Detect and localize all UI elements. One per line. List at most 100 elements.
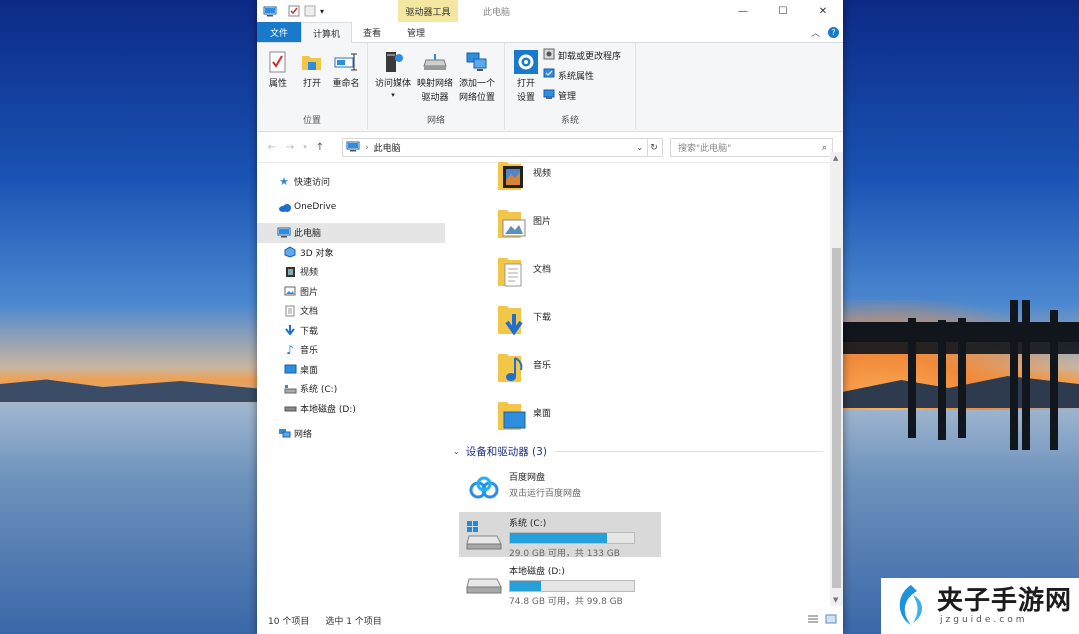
back-arrow-icon[interactable]: ←: [263, 142, 281, 153]
system-properties-icon: [543, 68, 555, 83]
group-label-location: 位置: [302, 116, 321, 126]
music-note-icon: ♪: [286, 342, 294, 357]
nav-this-pc[interactable]: 此电脑: [257, 223, 445, 243]
nav-network[interactable]: 网络: [257, 424, 445, 444]
network-icon: [277, 428, 291, 440]
up-arrow-icon[interactable]: ↑: [311, 142, 329, 153]
uninstall-icon: [543, 48, 555, 63]
drive-name: 百度网盘: [509, 473, 546, 483]
film-icon: [283, 266, 297, 278]
nav-onedrive[interactable]: OneDrive: [257, 198, 445, 218]
windows-drive-icon: [283, 383, 297, 395]
nav-music[interactable]: ♪ 音乐: [257, 340, 445, 360]
dropdown-arrow-icon: ▾: [391, 91, 395, 99]
document-icon: [283, 305, 297, 317]
folder-desktop[interactable]: 桌面: [497, 398, 551, 435]
baidu-netdisk-icon: [459, 466, 509, 511]
minimize-button[interactable]: —: [723, 0, 763, 22]
drive-system-c[interactable]: 系统 (C:) 29.0 GB 可用，共 133 GB: [459, 512, 661, 559]
scroll-down-icon[interactable]: ▼: [833, 596, 838, 604]
folder-videos[interactable]: 视频: [497, 158, 551, 195]
scrollbar-thumb[interactable]: [832, 248, 841, 588]
picture-icon: [283, 285, 297, 297]
folder-downloads[interactable]: 下载: [497, 302, 551, 339]
group-system: 打开 设置 卸载或更改程序 系统属性 管理 系统: [505, 43, 636, 129]
large-icons-view-icon[interactable]: [825, 614, 837, 627]
forward-arrow-icon[interactable]: →: [281, 142, 299, 153]
drive-subtitle: 双击运行百度网盘: [509, 489, 582, 499]
tab-file[interactable]: 文件: [257, 22, 302, 42]
collapse-ribbon-icon[interactable]: ︿: [811, 26, 820, 39]
tab-view[interactable]: 查看: [352, 22, 392, 42]
nav-videos[interactable]: 视频: [257, 262, 445, 282]
customize-toolbar-icon[interactable]: ▾: [317, 5, 327, 17]
download-arrow-icon: [283, 324, 297, 336]
nav-system-c[interactable]: 系统 (C:): [257, 379, 445, 399]
drive-icon: [283, 402, 297, 414]
status-bar: 10 个项目 选中 1 个项目: [257, 606, 843, 634]
group-label-network: 网络: [426, 116, 445, 126]
context-tab-drive-tools[interactable]: 驱动器工具: [398, 0, 458, 22]
nav-documents[interactable]: 文档: [257, 301, 445, 321]
desktop-folder-icon: [497, 398, 527, 435]
folder-music[interactable]: 音乐: [497, 350, 551, 387]
cube-icon: [283, 246, 297, 258]
drive-local-d[interactable]: 本地磁盘 (D:) 74.8 GB 可用，共 99.8 GB: [459, 560, 661, 607]
desktop-icon: [283, 363, 297, 375]
properties-quick-icon[interactable]: [287, 5, 301, 17]
star-icon: ★: [279, 175, 289, 189]
breadcrumb[interactable]: 此电脑: [374, 141, 401, 154]
close-button[interactable]: ✕: [803, 0, 843, 22]
drive-name: 系统 (C:): [509, 519, 547, 529]
address-dropdown-icon[interactable]: ⌄: [636, 143, 643, 152]
folder-documents[interactable]: 文档: [497, 254, 551, 291]
window-controls: — ☐ ✕: [723, 0, 843, 22]
scroll-up-icon[interactable]: ▲: [833, 154, 838, 162]
system-properties-button[interactable]: 系统属性: [543, 67, 621, 83]
group-location: 属性 打开 重命名 位置: [257, 43, 368, 129]
nav-desktop[interactable]: 桌面: [257, 360, 445, 380]
nav-quick-access[interactable]: ★ 快速访问: [257, 172, 445, 192]
nav-pictures[interactable]: 图片: [257, 282, 445, 302]
watermark-title: 夹子手游网: [937, 586, 1073, 616]
media-server-icon: [379, 47, 407, 77]
ribbon-tabs: 文件 计算机 查看 管理 ︿ ?: [257, 22, 843, 43]
document-folder-icon: [497, 254, 527, 291]
tab-computer[interactable]: 计算机: [301, 22, 353, 43]
nav-downloads[interactable]: 下载: [257, 321, 445, 341]
manage-button[interactable]: 管理: [543, 87, 621, 103]
nav-3d-objects[interactable]: 3D 对象: [257, 243, 445, 263]
group-network: 访问媒体 ▾ 映射网络 驱动器 添加一个 网络位置 网络: [368, 43, 505, 129]
drive-usage-bar: [509, 532, 635, 544]
drive-free-space: 29.0 GB 可用，共 133 GB: [509, 549, 620, 559]
help-icon[interactable]: ?: [828, 27, 839, 38]
details-view-icon[interactable]: [807, 614, 819, 627]
settings-gear-icon: [512, 47, 540, 77]
recent-locations-icon[interactable]: ▾: [299, 143, 311, 151]
navigation-pane: ★ 快速访问 OneDrive 此电脑 3D 对象 视频 图片 文档 下载 ♪ …: [257, 161, 445, 606]
item-count: 10 个项目: [268, 616, 310, 627]
vertical-scrollbar[interactable]: ▲ ▼: [830, 152, 843, 606]
maximize-button[interactable]: ☐: [763, 0, 803, 22]
new-folder-quick-icon[interactable]: [303, 5, 317, 17]
computer-icon[interactable]: [263, 5, 277, 17]
devices-section-header[interactable]: ⌄ 设备和驱动器 (3): [453, 444, 823, 459]
uninstall-programs-button[interactable]: 卸载或更改程序: [543, 47, 621, 63]
group-label-system: 系统: [560, 116, 579, 126]
computer-icon: [277, 227, 291, 239]
ribbon: 属性 打开 重命名 位置 访问媒体 ▾ 映射网络 驱动器 添加一个 网络位置 网…: [257, 43, 843, 132]
network-drive-icon: [421, 47, 449, 77]
breadcrumb-chevron-icon[interactable]: ›: [365, 143, 369, 153]
drive-baidu-netdisk[interactable]: 百度网盘 双击运行百度网盘: [459, 466, 661, 511]
chevron-down-icon[interactable]: ⌄: [453, 447, 460, 456]
selection-count: 选中 1 个项目: [325, 616, 382, 627]
drive-icon: [459, 560, 509, 605]
content-pane: 视频 图片 文档 下载 音乐 桌面 ⌄ 设备和驱动器 (3) 百度网盘 双击运行…: [445, 152, 829, 607]
download-folder-icon: [497, 302, 527, 339]
nav-local-d[interactable]: 本地磁盘 (D:): [257, 399, 445, 419]
properties-icon: [264, 47, 292, 77]
tab-manage[interactable]: 管理: [396, 22, 436, 42]
search-icon[interactable]: ⌕: [822, 143, 827, 153]
cloud-icon: [277, 201, 291, 213]
folder-pictures[interactable]: 图片: [497, 206, 551, 243]
